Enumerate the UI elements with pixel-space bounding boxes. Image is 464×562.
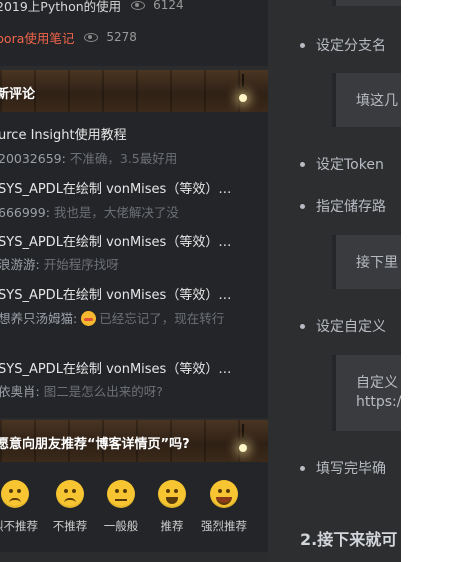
recommend-label: 推荐 — [160, 519, 184, 533]
list-item: 设定分支名 — [300, 35, 386, 55]
comments-header-title: 新评论 — [0, 86, 36, 102]
comment-item: 20032659: 不准确，3.5最好用 — [0, 151, 178, 166]
comment-text: 已经忘记了，现在转行 — [99, 311, 225, 326]
recommend-label: 一般般 — [103, 519, 139, 533]
blockquote-text: 自定义 — [356, 375, 398, 391]
blockquote: 自定义 https:/ — [332, 355, 401, 431]
comment-text: 我也是，大佬解决了没 — [53, 205, 179, 220]
list-item: 填写完毕确 — [300, 458, 386, 478]
recommend-options: 烈不推荐 不推荐 一般般 推荐 强烈推荐 — [0, 462, 268, 552]
recommend-label: 不推荐 — [52, 519, 88, 533]
recommend-option-neutral[interactable]: 一般般 — [96, 470, 146, 534]
comment-item: 想养只汤姆猫: 已经忘记了，现在转行 — [0, 311, 225, 326]
lamp-icon — [236, 74, 250, 104]
popular-articles-list: 2019上Python的使用 6124 pora使用笔记 5278 — [0, 0, 268, 66]
comments-list: urce Insight使用教程 20032659: 不准确，3.5最好用 SY… — [0, 112, 268, 418]
list-item: 指定储存路 — [300, 196, 386, 216]
blockquote-text: 填这几 — [356, 93, 398, 109]
sidebar: 2019上Python的使用 6124 pora使用笔记 5278 新评论 ur… — [0, 0, 268, 562]
comment-user[interactable]: 想养只汤姆猫 — [0, 311, 73, 326]
popular-article-title: 2019上Python的使用 — [0, 0, 122, 14]
comment-text: 不准确，3.5最好用 — [69, 151, 178, 166]
comment-text: 开始程序找呀 — [43, 257, 119, 272]
comment-user[interactable]: 浪游游 — [0, 257, 36, 272]
comment-item: 依奥肖: 图二是怎么出来的呀? — [0, 384, 163, 399]
comments-header: 新评论 — [0, 70, 268, 114]
popular-article-title: pora使用笔记 — [0, 30, 75, 46]
comment-item: 浪游游: 开始程序找呀 — [0, 257, 119, 272]
view-count: 5278 — [106, 30, 137, 44]
emoji-icon — [81, 311, 97, 326]
comment-item: 666999: 我也是，大佬解决了没 — [0, 205, 179, 220]
section-heading: 2.接下来就可 — [300, 530, 398, 549]
frown-face-icon — [56, 480, 84, 508]
blockquote-text: 接下里 — [356, 255, 398, 271]
angry-face-icon — [1, 480, 29, 508]
blockquote: 接下里 — [332, 235, 401, 289]
blockquote-link[interactable]: https:/ — [356, 394, 401, 410]
comment-article-link[interactable]: SYS_APDL在绘制 vonMises（等效）… — [0, 178, 248, 197]
comment-user[interactable]: 20032659 — [0, 151, 62, 166]
recommend-question: 愿意向朋友推荐“博客详情页”吗? — [0, 436, 190, 452]
comment-article-link[interactable]: SYS_APDL在绘制 vonMises（等效）… — [0, 284, 248, 303]
lamp-icon — [236, 424, 250, 454]
recommend-header: 愿意向朋友推荐“博客详情页”吗? — [0, 420, 268, 464]
comment-user[interactable]: 依奥肖 — [0, 384, 36, 399]
recommend-option-strongly-not[interactable]: 烈不推荐 — [0, 470, 40, 534]
comment-article-link[interactable]: SYS_APDL在绘制 vonMises（等效）… — [0, 358, 248, 377]
recommend-option-strongly[interactable]: 强烈推荐 — [199, 470, 249, 534]
neutral-face-icon — [107, 480, 135, 508]
view-count: 6124 — [153, 0, 184, 12]
blockquote: 填这几 — [332, 73, 401, 127]
grin-face-icon — [210, 480, 238, 508]
recommend-label: 烈不推荐 — [0, 519, 38, 533]
blockquote — [332, 0, 401, 6]
eye-icon — [84, 32, 99, 42]
comment-article-link[interactable]: SYS_APDL在绘制 vonMises（等效）… — [0, 231, 248, 250]
list-item: 设定Token — [300, 154, 384, 174]
comment-article-link[interactable]: urce Insight使用教程 — [0, 124, 248, 143]
list-item: 设定自定义 — [300, 316, 386, 336]
popular-article-link[interactable]: 2019上Python的使用 6124 — [0, 0, 184, 16]
comment-text: 图二是怎么出来的呀? — [43, 384, 163, 399]
article-content: 设定分支名 填这几 设定Token 指定储存路 接下里 设定自定义 自定义 ht… — [268, 0, 401, 562]
recommend-option-recommend[interactable]: 推荐 — [147, 470, 197, 534]
recommend-option-not[interactable]: 不推荐 — [45, 470, 95, 534]
recommend-label: 强烈推荐 — [201, 519, 247, 533]
popular-article-link[interactable]: pora使用笔记 5278 — [0, 26, 137, 48]
comment-user[interactable]: 666999 — [0, 205, 46, 220]
smile-face-icon — [158, 480, 186, 508]
eye-icon — [131, 0, 146, 10]
